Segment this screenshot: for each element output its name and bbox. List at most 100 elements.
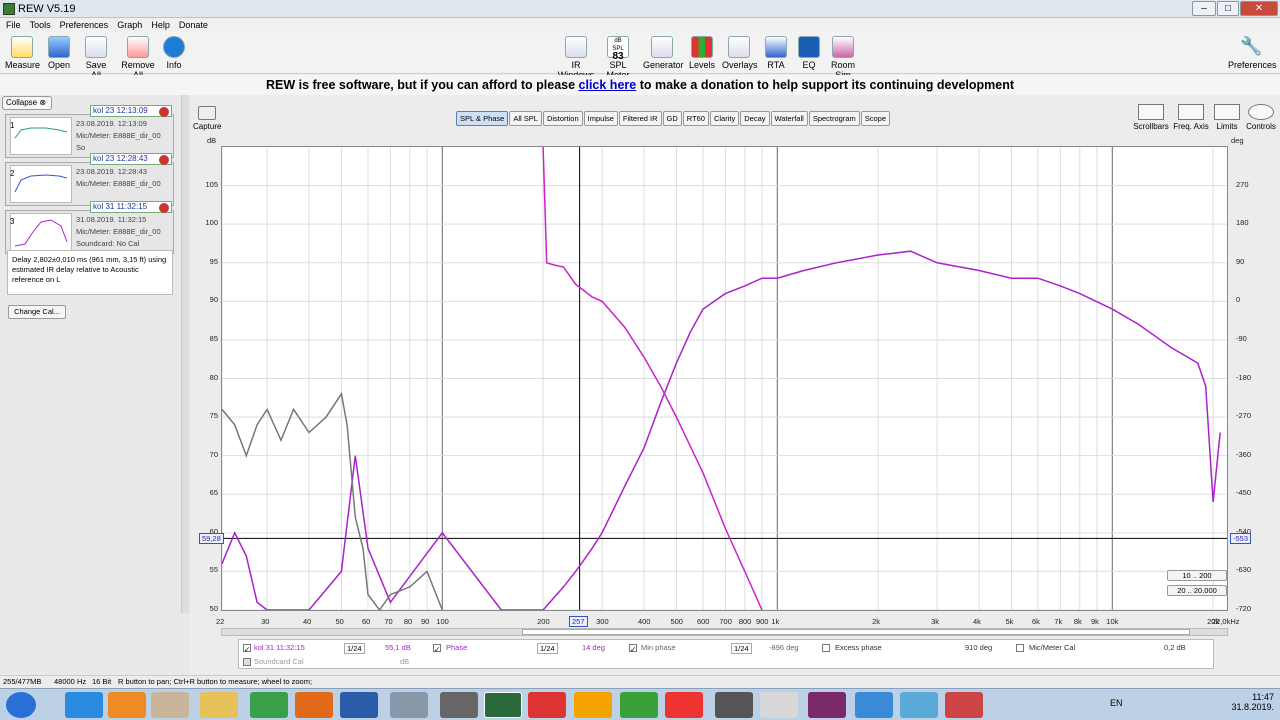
word-icon[interactable] (340, 692, 378, 718)
folder-icon[interactable] (200, 692, 238, 718)
language-indicator[interactable]: EN (1110, 698, 1123, 708)
menu-tools[interactable]: Tools (30, 18, 51, 32)
range-20-20000-button[interactable]: 20 .. 20.000 (1167, 585, 1227, 596)
scrollbars-button[interactable]: Scrollbars (1132, 104, 1170, 131)
shape-icon[interactable] (945, 692, 983, 718)
rew-taskbar-icon[interactable] (484, 692, 522, 718)
vcs-icon[interactable] (760, 692, 798, 718)
open-button[interactable]: Open (45, 36, 73, 70)
tab-decay[interactable]: Decay (740, 111, 770, 126)
spl-meter-button[interactable]: dB SPL83SPL Meter (600, 36, 636, 80)
window-icon[interactable] (900, 692, 938, 718)
tab-filtered-ir[interactable]: Filtered IR (618, 111, 662, 126)
generator-button[interactable]: Generator (643, 36, 684, 70)
info-button[interactable]: Info (163, 36, 185, 70)
ie-icon[interactable] (65, 692, 103, 718)
tab-clarity[interactable]: Clarity (709, 111, 740, 126)
tab-distortion[interactable]: Distortion (542, 111, 583, 126)
tab-impulse[interactable]: Impulse (583, 111, 618, 126)
delete-icon[interactable] (159, 107, 169, 117)
room-sim-button[interactable]: Room Sim (825, 36, 861, 80)
tab-spl-phase[interactable]: SPL & Phase (456, 111, 509, 126)
sample-rate-status: 48000 Hz (54, 677, 87, 686)
firefox-icon[interactable] (295, 692, 333, 718)
tab-all-spl[interactable]: All SPL (509, 111, 542, 126)
measurements-panel: Collapse ⊗ 1 kol 23 12:13:09 23.08.2019.… (0, 95, 190, 675)
range-10-200-button[interactable]: 10 .. 200 (1167, 570, 1227, 581)
start-icon[interactable] (6, 692, 36, 718)
donate-link[interactable]: click here (579, 78, 637, 92)
overlays-button[interactable]: Overlays (722, 36, 758, 70)
remove-all-button[interactable]: Remove All (118, 36, 158, 80)
tab-gd[interactable]: GD (662, 111, 682, 126)
change-cal-button[interactable]: Change Cal... (8, 305, 66, 319)
close-button[interactable]: ✕ (1240, 1, 1278, 16)
files-icon[interactable] (151, 692, 189, 718)
graph-horizontal-scrollbar[interactable] (221, 628, 1228, 636)
smoothing-select[interactable]: 1/24 (731, 643, 752, 654)
legend-value: 55,1 dB (385, 643, 411, 652)
limits-button[interactable]: Limits (1213, 104, 1241, 131)
windows-taskbar: EN 11:47 31.8.2019. (0, 688, 1280, 720)
tab-spectrogram[interactable]: Spectrogram (808, 111, 860, 126)
legend-value: 910 deg (965, 643, 993, 652)
measurement-item-3[interactable]: 3 kol 31 11:32:15 31.08.2019. 11:32:15 M… (5, 201, 174, 254)
pdf-icon[interactable] (528, 692, 566, 718)
tab-scope[interactable]: Scope (860, 111, 891, 126)
system-clock[interactable]: 11:47 31.8.2019. (1231, 692, 1274, 712)
delete-icon[interactable] (159, 203, 169, 213)
vlc-icon[interactable] (108, 692, 146, 718)
measurement-item-2[interactable]: 2 kol 23 12:28:43 23.08.2019. 12:28:43 M… (5, 153, 174, 206)
winrar-icon[interactable] (808, 692, 846, 718)
menu-preferences[interactable]: Preferences (60, 18, 109, 32)
trace-checkbox[interactable]: ✓ (243, 644, 251, 654)
y2-tick-label: -360 (1236, 449, 1252, 459)
utorrent-icon[interactable] (620, 692, 658, 718)
menu-file[interactable]: File (6, 18, 21, 32)
rta-button[interactable]: RTA (764, 36, 788, 70)
panel-scrollbar[interactable] (181, 95, 189, 613)
app-icon[interactable] (390, 692, 428, 718)
freq-axis-button[interactable]: Freq. Axis (1172, 104, 1210, 131)
cat-icon[interactable] (440, 692, 478, 718)
ir-windows-button[interactable]: IR Windows (555, 36, 597, 80)
capture-button[interactable]: Capture (193, 106, 221, 131)
eye-icon[interactable] (715, 692, 753, 718)
save-all-button[interactable]: Save All (80, 36, 112, 80)
palette-icon[interactable] (855, 692, 893, 718)
smoothing-select[interactable]: 1/24 (537, 643, 558, 654)
spl-phase-chart[interactable] (221, 146, 1227, 612)
menu-graph[interactable]: Graph (117, 18, 142, 32)
phase-checkbox[interactable]: ✓ (433, 644, 441, 654)
microphone-icon (11, 36, 33, 58)
soundcard-cal-checkbox[interactable] (243, 658, 251, 666)
measure-button[interactable]: Measure (5, 36, 40, 70)
smoothing-select[interactable]: 1/24 (344, 643, 365, 654)
x-axis-end-label: 22,0kHz (1212, 617, 1240, 626)
y2-tick-label: 180 (1236, 218, 1249, 228)
minimize-button[interactable]: – (1192, 1, 1216, 16)
tab-waterfall[interactable]: Waterfall (770, 111, 808, 126)
eq-button[interactable]: EQ (798, 36, 820, 70)
chrome-icon[interactable] (250, 692, 288, 718)
x-tick-label: 80 (403, 617, 413, 626)
delete-icon[interactable] (159, 155, 169, 165)
menu-donate[interactable]: Donate (179, 18, 208, 32)
maximize-button[interactable]: □ (1217, 1, 1239, 16)
menu-help[interactable]: Help (151, 18, 170, 32)
paint-icon[interactable] (574, 692, 612, 718)
mic-cal-checkbox[interactable] (1016, 644, 1024, 652)
preferences-button[interactable]: 🔧 Preferences (1228, 36, 1277, 70)
limits-icon (1214, 104, 1240, 120)
min-phase-checkbox[interactable]: ✓ (629, 644, 637, 654)
levels-button[interactable]: Levels (688, 36, 716, 70)
tab-rt60[interactable]: RT60 (682, 111, 709, 126)
scrollbar-thumb[interactable] (522, 629, 1190, 635)
spl-phase-plot[interactable] (221, 146, 1228, 612)
excess-phase-checkbox[interactable] (822, 644, 830, 652)
measurement-item-1[interactable]: 1 kol 23 12:13:09 23.08.2019. 12:13:09 M… (5, 105, 174, 158)
controls-button[interactable]: Controls (1245, 104, 1277, 131)
collapse-button[interactable]: Collapse ⊗ (2, 96, 52, 110)
menu-bar: File Tools Preferences Graph Help Donate (0, 18, 1280, 32)
app-icon[interactable] (665, 692, 703, 718)
